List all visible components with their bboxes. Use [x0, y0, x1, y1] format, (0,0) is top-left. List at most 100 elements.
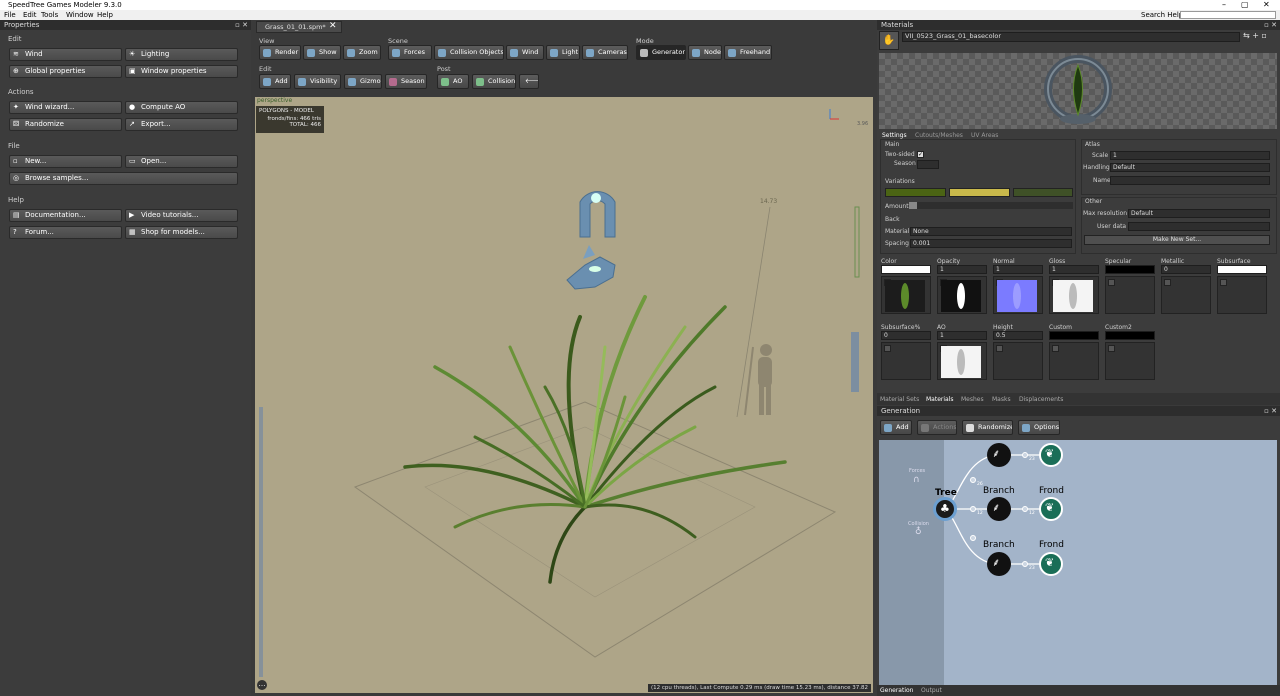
gizmo-button[interactable]: Gizmo [344, 74, 382, 89]
scene-wind-button[interactable]: Wind [506, 45, 544, 60]
user-data-field[interactable] [1128, 222, 1270, 231]
3d-viewport[interactable]: perspective POLYGONS - MODEL fronds/fins… [255, 97, 873, 693]
freehand-button[interactable]: Freehand [724, 45, 772, 60]
forum-button[interactable]: ? Forum... [9, 226, 122, 239]
new-button[interactable]: ▫ New... [9, 155, 122, 168]
gen-options-button[interactable]: Options [1018, 420, 1060, 435]
panel-float-close-icon[interactable]: ▫ ✕ [235, 20, 248, 30]
branch-node-0[interactable]: ⸙ [987, 443, 1011, 467]
map-specular-slot[interactable] [1105, 276, 1155, 314]
make-new-set-button[interactable]: Make New Set... [1084, 235, 1270, 245]
gen-actions-button[interactable]: Actions [917, 420, 957, 435]
variation-swatch-2[interactable] [949, 188, 1010, 197]
spacing-field[interactable]: 0.001 [910, 239, 1072, 248]
light-button[interactable]: Light [546, 45, 580, 60]
tab-output[interactable]: Output [921, 687, 942, 694]
map-metallic-checkbox[interactable] [1164, 279, 1171, 286]
tab-meshes[interactable]: Meshes [961, 396, 984, 403]
generation-float-close-icon[interactable]: ▫ ✕ [1264, 406, 1277, 416]
forces-button[interactable]: Forces [388, 45, 432, 60]
generation-graph[interactable]: Forces ∩ Collision ♁ Tree ♣ ⸙ ❦ Branch ⸙… [879, 440, 1277, 685]
map-normal-slot[interactable] [993, 276, 1043, 314]
map-specular-checkbox[interactable] [1108, 279, 1115, 286]
map-specular-value[interactable] [1105, 265, 1155, 274]
map-opacity-value[interactable]: 1 [937, 265, 987, 274]
randomize-button[interactable]: ⚄ Randomize [9, 118, 122, 131]
global-properties-button[interactable]: ⊕ Global properties [9, 65, 122, 78]
minimize-button[interactable]: – [1222, 0, 1226, 10]
open-button[interactable]: ▭ Open... [125, 155, 238, 168]
menu-window[interactable]: Window [66, 10, 94, 20]
scale-field[interactable]: 1 [1110, 151, 1270, 160]
maximize-button[interactable]: ▢ [1241, 0, 1249, 10]
search-help-input[interactable] [1180, 11, 1276, 19]
map-subsurface-checkbox[interactable] [1220, 279, 1227, 286]
map-custom2-value[interactable] [1105, 331, 1155, 340]
node-button[interactable]: Node [688, 45, 722, 60]
video-tutorials-button[interactable]: ▶ Video tutorials... [125, 209, 238, 222]
export-button[interactable]: ↗ Export... [125, 118, 238, 131]
map-ao-value[interactable]: 1 [937, 331, 987, 340]
tab-material-sets[interactable]: Material Sets [880, 396, 919, 403]
map-ao-slot[interactable] [937, 342, 987, 380]
frond-node-2[interactable]: ❦ [1039, 552, 1063, 576]
map-custom-checkbox[interactable] [1052, 345, 1059, 352]
menu-file[interactable]: File [4, 10, 16, 20]
map-height-checkbox[interactable] [996, 345, 1003, 352]
map-subsurface-value[interactable] [1217, 265, 1267, 274]
compute-ao-button[interactable]: ● Compute AO [125, 101, 238, 114]
variation-swatch-1[interactable] [885, 188, 946, 197]
back-arrow-button[interactable]: 🡐 [519, 74, 539, 89]
shop-button[interactable]: ▦ Shop for models... [125, 226, 238, 239]
back-material-select[interactable]: None [910, 227, 1072, 236]
branch-node-1[interactable]: ⸙ [987, 497, 1011, 521]
tab-settings[interactable]: Settings [882, 132, 907, 139]
tab-materials[interactable]: Materials [926, 396, 954, 403]
wind-wizard-button[interactable]: ✦ Wind wizard... [9, 101, 122, 114]
map-height-value[interactable]: 0.5 [993, 331, 1043, 340]
handling-select[interactable]: Default [1110, 163, 1270, 172]
zoom-button[interactable]: Zoom [343, 45, 381, 60]
two-sided-checkbox[interactable]: ✓ [917, 151, 924, 158]
visibility-button[interactable]: Visibility [294, 74, 341, 89]
wind-button[interactable]: ≋ Wind [9, 48, 122, 61]
tab-cutouts-meshes[interactable]: Cutouts/Meshes [915, 132, 963, 139]
material-selector[interactable]: VII_0523_Grass_01_basecolor [902, 32, 1240, 42]
menu-help[interactable]: Help [97, 10, 113, 20]
map-normal-value[interactable]: 1 [993, 265, 1043, 274]
tab-uv-areas[interactable]: UV Areas [971, 132, 998, 139]
map-height-slot[interactable] [993, 342, 1043, 380]
show-button[interactable]: Show [303, 45, 341, 60]
variation-swatch-3[interactable] [1013, 188, 1073, 197]
amount-slider[interactable] [909, 202, 1073, 209]
amount-slider-handle[interactable] [909, 202, 917, 209]
ao-button[interactable]: AO [437, 74, 469, 89]
collision-object-icon[interactable]: ♁ [915, 527, 922, 537]
map-subsurface--value[interactable]: 0 [881, 331, 931, 340]
frond-node-1[interactable]: ❦ [1039, 497, 1063, 521]
close-tab-icon[interactable]: ✕ [329, 21, 337, 31]
collision-button[interactable]: Collision [472, 74, 516, 89]
close-window-button[interactable]: ✕ [1263, 0, 1270, 10]
generator-button[interactable]: Generator [636, 45, 686, 60]
gen-add-button[interactable]: Add [880, 420, 912, 435]
tree-node[interactable]: ♣ [933, 497, 957, 521]
branch-node-2[interactable]: ⸙ [987, 552, 1011, 576]
menu-edit[interactable]: Edit [23, 10, 37, 20]
map-gloss-slot[interactable] [1049, 276, 1099, 314]
add-button[interactable]: Add [259, 74, 291, 89]
map-subsurface--checkbox[interactable] [884, 345, 891, 352]
window-properties-button[interactable]: ▣ Window properties [125, 65, 238, 78]
gen-randomize-button[interactable]: Randomize [962, 420, 1013, 435]
map-color-value[interactable] [881, 265, 931, 274]
map-subsurface--slot[interactable] [881, 342, 931, 380]
map-custom2-slot[interactable] [1105, 342, 1155, 380]
tab-displacements[interactable]: Displacements [1019, 396, 1063, 403]
map-opacity-slot[interactable] [937, 276, 987, 314]
render-button[interactable]: Render [259, 45, 301, 60]
browse-samples-button[interactable]: ◎ Browse samples... [9, 172, 238, 185]
map-custom-slot[interactable] [1049, 342, 1099, 380]
cameras-button[interactable]: Cameras [582, 45, 628, 60]
tab-generation[interactable]: Generation [880, 687, 913, 694]
name-field[interactable] [1110, 176, 1270, 185]
